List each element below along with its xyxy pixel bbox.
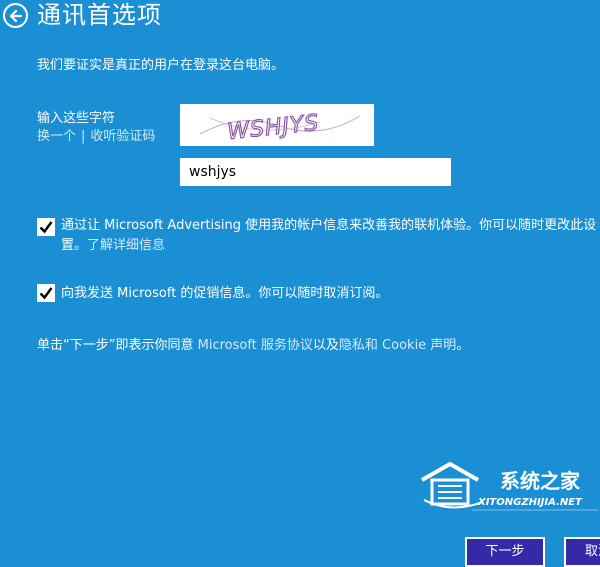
watermark-name: 系统之家 xyxy=(500,469,581,493)
captcha-image: WSHJYS xyxy=(180,104,374,146)
audio-captcha-link[interactable]: 收听验证码 xyxy=(90,129,155,144)
page-subtitle: 我们要证实是真正的用户在登录这台电脑。 xyxy=(37,58,285,73)
checkmark-icon xyxy=(39,287,53,300)
agreement-suffix: 。 xyxy=(456,338,470,353)
link-separator: | xyxy=(81,129,86,144)
house-logo-icon xyxy=(421,462,483,509)
privacy-statement-link[interactable]: 隐私和 Cookie 声明 xyxy=(339,338,456,353)
captcha-input[interactable] xyxy=(180,158,451,186)
agreement-text: 单击“下一步”即表示你同意 Microsoft 服务协议以及隐私和 Cookie… xyxy=(37,337,469,355)
back-button[interactable] xyxy=(3,3,28,28)
promotions-option-label: 向我发送 Microsoft 的促销信息。你可以随时取消订阅。 xyxy=(61,286,389,301)
promotions-checkbox[interactable] xyxy=(37,284,55,302)
site-watermark: 系统之家 XITONGZHIJIA.NET xyxy=(412,458,600,516)
watermark-url: XITONGZHIJIA.NET xyxy=(477,497,583,508)
agreement-prefix: 单击“下一步”即表示你同意 xyxy=(37,338,198,353)
learn-more-link[interactable]: 了解详细信息 xyxy=(87,238,165,253)
advertising-checkbox[interactable] xyxy=(37,218,55,236)
arrow-left-icon xyxy=(9,9,22,22)
checkmark-icon xyxy=(39,221,53,234)
cancel-button[interactable]: 取消 xyxy=(564,537,600,567)
captcha-links: 换一个 | 收听验证码 xyxy=(37,128,157,146)
captcha-text: WSHJYS xyxy=(226,111,320,145)
refresh-captcha-link[interactable]: 换一个 xyxy=(37,129,76,144)
page-title: 通讯首选项 xyxy=(37,1,162,29)
captcha-label: 输入这些字符 xyxy=(37,111,116,126)
service-agreement-link[interactable]: Microsoft 服务协议 xyxy=(198,338,313,353)
next-button[interactable]: 下一步 xyxy=(465,537,545,567)
advertising-option-text: 通过让 Microsoft Advertising 使用我的帐户信息来改善我的联… xyxy=(61,216,600,256)
agreement-middle: 以及 xyxy=(312,338,339,353)
